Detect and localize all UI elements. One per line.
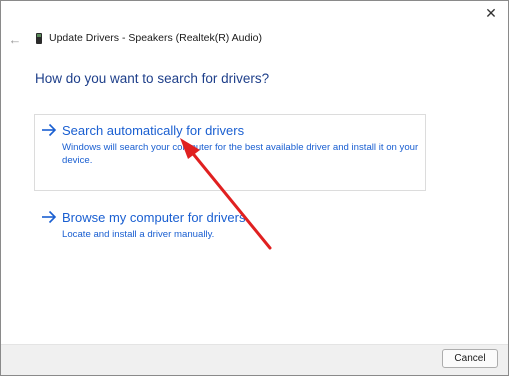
option-title: Browse my computer for drivers xyxy=(62,210,246,225)
close-icon: ✕ xyxy=(485,4,497,21)
back-arrow-icon: ← xyxy=(8,31,22,47)
dialog-title: Update Drivers - Speakers (Realtek(R) Au… xyxy=(49,32,262,44)
option-description: Locate and install a driver manually. xyxy=(62,229,215,240)
dialog-header: ← Update Drivers - Speakers (Realtek(R) … xyxy=(1,29,508,49)
right-arrow-icon xyxy=(42,123,57,137)
search-automatically-option[interactable]: Search automatically for drivers Windows… xyxy=(34,114,426,191)
right-arrow-icon xyxy=(42,210,57,224)
dialog-footer: Cancel xyxy=(1,344,508,375)
back-button[interactable]: ← xyxy=(7,29,23,49)
option-description: Windows will search your computer for th… xyxy=(62,142,419,166)
browse-computer-option[interactable]: Browse my computer for drivers Locate an… xyxy=(34,201,426,251)
cancel-button[interactable]: Cancel xyxy=(442,349,498,368)
close-button[interactable]: ✕ xyxy=(480,3,502,23)
page-heading: How do you want to search for drivers? xyxy=(35,71,270,86)
speaker-device-icon xyxy=(36,33,42,44)
update-drivers-dialog: ✕ ← Update Drivers - Speakers (Realtek(R… xyxy=(0,0,509,376)
option-title: Search automatically for drivers xyxy=(62,123,245,138)
